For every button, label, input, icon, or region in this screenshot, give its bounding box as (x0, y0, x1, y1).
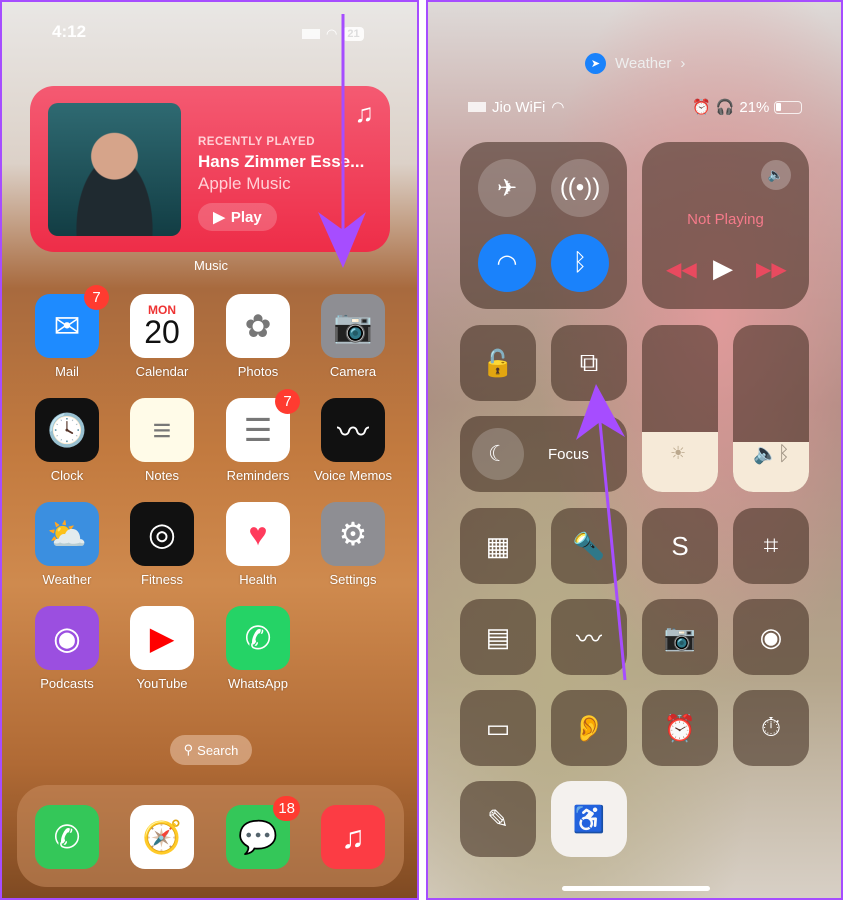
annotation-arrows (318, 14, 627, 681)
tap-arrow-line (597, 411, 627, 681)
